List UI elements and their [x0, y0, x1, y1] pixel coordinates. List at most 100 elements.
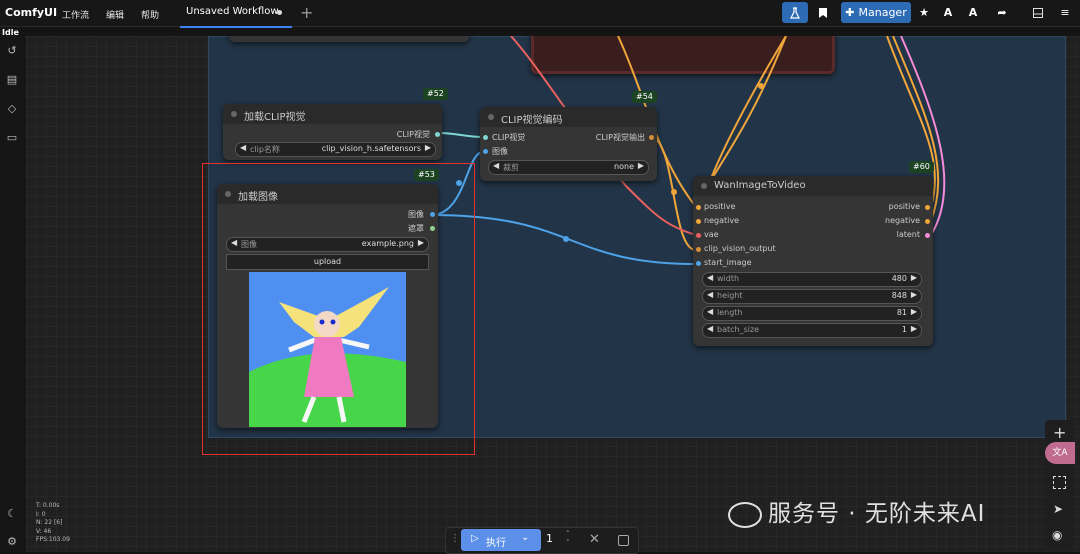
- input-vae-slot[interactable]: [696, 233, 701, 238]
- stat-i: I: 0: [36, 510, 46, 518]
- star-button[interactable]: ★: [914, 2, 934, 23]
- folder-icon[interactable]: ▭: [5, 131, 19, 145]
- node-wan-image-to-video[interactable]: WanImageToVideo positive negative vae cl…: [693, 176, 933, 346]
- custom-nodes-button[interactable]: A: [938, 2, 958, 23]
- output-positive-label: positive: [888, 202, 920, 211]
- wechat-icon: [728, 501, 762, 528]
- widget-value: none: [614, 162, 634, 171]
- top-bar: ComfyUI 工作流 编辑 帮助 Unsaved Workflow + ✚ M…: [0, 0, 1080, 28]
- settings-gear-icon[interactable]: ⚙: [5, 535, 19, 549]
- theme-moon-icon[interactable]: ☾: [5, 507, 19, 521]
- output-positive-slot[interactable]: [925, 205, 930, 210]
- tab-unsaved-workflow[interactable]: Unsaved Workflow: [180, 0, 292, 28]
- node-title-bar[interactable]: 加载CLIP视觉: [223, 104, 442, 124]
- menu-workflow[interactable]: 工作流: [62, 8, 89, 21]
- run-button[interactable]: ▷ 执行 ⌄: [461, 529, 541, 551]
- translate-badge-icon[interactable]: 文A: [1045, 442, 1075, 464]
- bookmark-icon: [819, 7, 827, 18]
- bookmark-button[interactable]: [811, 2, 835, 23]
- model-button[interactable]: A: [963, 2, 983, 23]
- collapse-dot-icon[interactable]: [701, 183, 707, 189]
- output-negative-slot[interactable]: [925, 219, 930, 224]
- menu-edit[interactable]: 编辑: [106, 8, 124, 21]
- output-clip-vision-slot[interactable]: [435, 132, 440, 137]
- height-input[interactable]: ◀ height 848 ▶: [702, 289, 922, 304]
- batch-size-input[interactable]: ◀ batch_size 1 ▶: [702, 323, 922, 338]
- zoom-in-icon[interactable]: +: [1053, 423, 1066, 442]
- fit-view-icon[interactable]: [1053, 476, 1066, 489]
- arrow-right-icon: ▶: [910, 307, 917, 316]
- widget-value: 480: [891, 274, 907, 283]
- sidebar: ↺ ▤ ◇ ▭ ☾ ⚙: [0, 36, 26, 552]
- stat-fps: FPS:103.09: [36, 536, 70, 543]
- menu-button[interactable]: ≡: [1055, 2, 1075, 23]
- stepper-icon: ˄ ˅: [566, 530, 570, 547]
- input-start-image-slot[interactable]: [696, 261, 701, 266]
- stat-time: T: 0.00s: [36, 502, 60, 509]
- arrow-right-icon: ▶: [910, 290, 917, 299]
- watermark: 服务号 · 无阶未来AI: [728, 494, 985, 528]
- input-positive-slot[interactable]: [696, 205, 701, 210]
- input-start-image-label: start_image: [704, 258, 752, 267]
- cancel-icon[interactable]: ✕: [589, 532, 600, 547]
- output-latent-slot[interactable]: [925, 233, 930, 238]
- queue-icon-button[interactable]: [782, 2, 808, 23]
- widget-value: clip_vision_h.safetensors: [321, 144, 421, 153]
- eye-icon[interactable]: ◉: [1052, 528, 1062, 542]
- node-title-bar[interactable]: CLIP视觉编码: [480, 107, 657, 127]
- share-button[interactable]: ➦: [992, 2, 1012, 23]
- collapse-dot-icon[interactable]: [488, 114, 494, 120]
- widget-value: 1: [901, 325, 907, 334]
- widget-value: 81: [896, 308, 907, 317]
- arrow-right-icon: ▶: [910, 324, 917, 333]
- input-clip-vision-output-slot[interactable]: [696, 247, 701, 252]
- menu-help[interactable]: 帮助: [141, 8, 159, 21]
- stat-v: V: 46: [36, 527, 52, 535]
- stop-icon[interactable]: [618, 535, 629, 546]
- drag-handle-icon[interactable]: ⋮: [450, 533, 460, 544]
- a-icon: A: [968, 6, 978, 19]
- history-icon[interactable]: ↺: [5, 44, 19, 58]
- manager-label: Manager: [858, 6, 907, 19]
- highlight-box: [202, 163, 475, 455]
- new-tab-button[interactable]: +: [300, 3, 313, 22]
- batch-count-value: 1: [546, 532, 553, 545]
- length-input[interactable]: ◀ length 81 ▶: [702, 306, 922, 321]
- manager-button[interactable]: ✚ Manager: [841, 2, 911, 23]
- input-negative-slot[interactable]: [696, 219, 701, 224]
- a-icon: A: [943, 6, 953, 19]
- input-clip-vision-slot[interactable]: [483, 135, 488, 140]
- arrow-left-icon: ◀: [493, 161, 500, 170]
- arrow-right-icon: ▶: [910, 273, 917, 282]
- output-clip-vision-label: CLIP视觉: [396, 130, 430, 139]
- node-title: CLIP视觉编码: [501, 115, 563, 126]
- chevron-down-icon: ⌄: [521, 532, 530, 543]
- node-library-icon[interactable]: ◇: [5, 102, 19, 116]
- width-input[interactable]: ◀ width 480 ▶: [702, 272, 922, 287]
- run-toolbar: ⋮ ▷ 执行 ⌄ 1 ˄ ˅ ✕: [445, 527, 639, 554]
- collapse-dot-icon[interactable]: [231, 111, 237, 117]
- node-id-badge: #52: [423, 88, 448, 100]
- node-clip-vision-encode[interactable]: CLIP视觉编码 CLIP视觉 图像 CLIP视觉输出 ◀ 裁剪 none ▶: [480, 107, 657, 181]
- clip-name-selector[interactable]: ◀ clip名称 clip_vision_h.safetensors ▶: [235, 142, 436, 157]
- output-label: CLIP视觉输出: [595, 133, 645, 142]
- app-logo: ComfyUI: [5, 6, 58, 19]
- widget-label: 裁剪: [503, 163, 519, 172]
- widget-label: width: [717, 274, 740, 283]
- watermark-text: 服务号 · 无阶未来AI: [768, 501, 986, 527]
- pointer-icon[interactable]: ➤: [1053, 502, 1063, 516]
- crop-selector[interactable]: ◀ 裁剪 none ▶: [488, 160, 649, 175]
- input-image-slot[interactable]: [483, 149, 488, 154]
- graph-canvas[interactable]: #52 加载CLIP视觉 CLIP视觉 ◀ clip名称 clip_vision…: [26, 36, 1080, 552]
- run-label: 执行: [486, 538, 506, 549]
- share-icon: ➦: [997, 6, 1007, 19]
- panel-toggle-button[interactable]: [1028, 2, 1048, 23]
- queue-list-icon[interactable]: ▤: [5, 73, 19, 87]
- node-load-clip-vision[interactable]: 加载CLIP视觉 CLIP视觉 ◀ clip名称 clip_vision_h.s…: [223, 104, 442, 160]
- output-slot[interactable]: [649, 135, 654, 140]
- node-title-bar[interactable]: WanImageToVideo: [693, 176, 933, 196]
- input-vae-label: vae: [704, 230, 719, 239]
- arrow-left-icon: ◀: [707, 307, 714, 316]
- canvas-controls: + − 文A ➤ ◉: [1045, 420, 1075, 550]
- batch-count-input[interactable]: 1 ˄ ˅: [546, 530, 574, 548]
